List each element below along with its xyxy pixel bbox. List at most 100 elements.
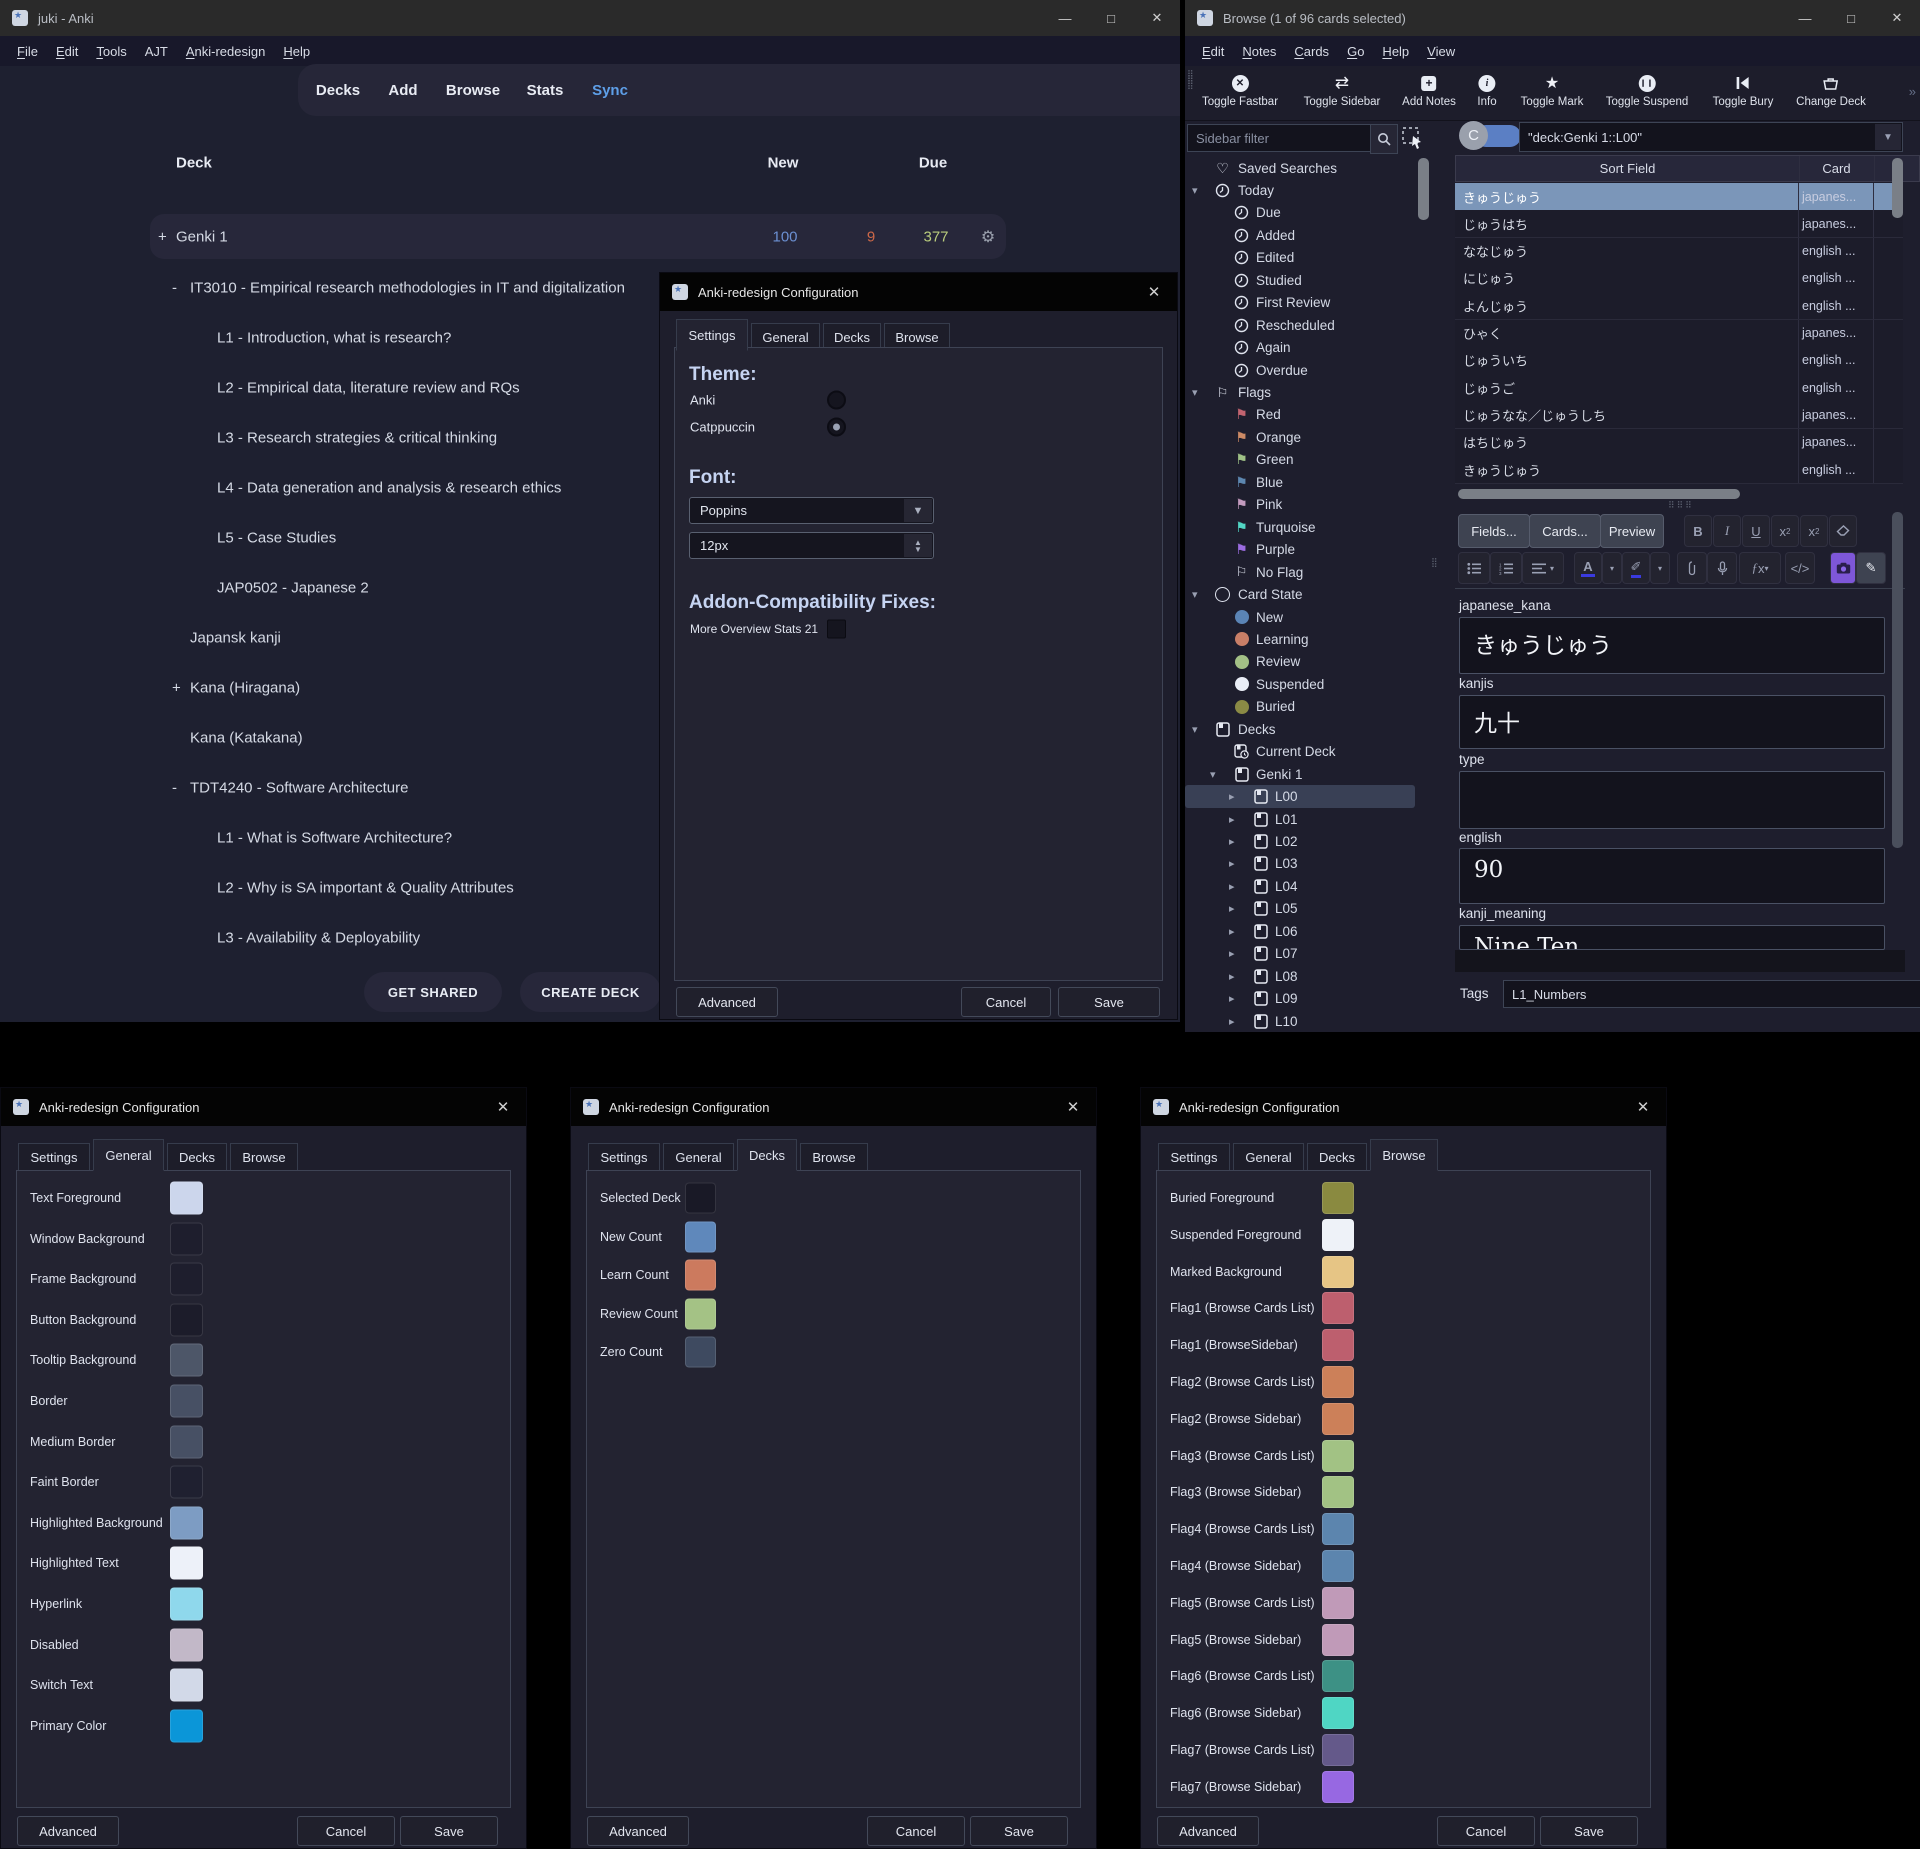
sidebar-item-l04[interactable]: ▸ L04 bbox=[1185, 875, 1447, 898]
align-button[interactable]: ▾ bbox=[1522, 552, 1564, 584]
color-swatch[interactable] bbox=[1322, 1770, 1354, 1803]
fastbar-toggle-mark[interactable]: ★ Toggle Mark bbox=[1521, 72, 1584, 108]
minimize-button[interactable]: — bbox=[1042, 0, 1088, 36]
record-audio-button[interactable] bbox=[1707, 552, 1737, 584]
sidebar-item-new[interactable]: New bbox=[1185, 606, 1447, 629]
caret-right-icon[interactable]: ▸ bbox=[1229, 813, 1235, 826]
expand-toggle[interactable]: + bbox=[158, 228, 167, 245]
caret-down-icon[interactable]: ▾ bbox=[1192, 184, 1198, 197]
color-swatch[interactable] bbox=[170, 1181, 203, 1215]
caret-down-icon[interactable]: ▾ bbox=[1192, 386, 1198, 399]
table-row[interactable]: じゅうなな／じゅうしち japanes... bbox=[1455, 401, 1903, 430]
close-icon[interactable]: ✕ bbox=[1131, 273, 1177, 311]
cancel-button[interactable]: Cancel bbox=[867, 1816, 965, 1846]
deck-row[interactable]: Kana (Katakana) bbox=[190, 730, 303, 747]
toolbar-drag-handle[interactable]: ⣿ ⣿ ⣿ bbox=[1187, 70, 1195, 112]
theme-radio-catppuccin[interactable] bbox=[827, 417, 846, 437]
color-swatch[interactable] bbox=[170, 1425, 203, 1459]
caret-down-icon[interactable]: ▾ bbox=[1210, 768, 1216, 781]
sidebar-item-l10[interactable]: ▸ L10 bbox=[1185, 1010, 1447, 1032]
fastbar-toggle-sidebar[interactable]: ⇄ Toggle Sidebar bbox=[1304, 72, 1381, 108]
equation-button[interactable]: ƒx ▾ bbox=[1739, 552, 1781, 584]
sidebar-item-review[interactable]: Review bbox=[1185, 650, 1447, 673]
nav-browse[interactable]: Browse bbox=[446, 64, 500, 116]
table-row[interactable]: じゅうはち japanes... bbox=[1455, 210, 1903, 239]
search-input[interactable]: "deck:Genki 1::L00" ▼ bbox=[1519, 122, 1903, 152]
tab-settings[interactable]: Settings bbox=[676, 319, 748, 351]
sidebar-item-rescheduled[interactable]: Rescheduled bbox=[1185, 314, 1447, 337]
sidebar-item-overdue[interactable]: Overdue bbox=[1185, 359, 1447, 382]
caret-right-icon[interactable]: ▸ bbox=[1229, 880, 1235, 893]
color-swatch[interactable] bbox=[170, 1506, 203, 1540]
color-swatch[interactable] bbox=[170, 1709, 203, 1743]
sidebar-item-orange[interactable]: ⚑ Orange bbox=[1185, 426, 1447, 449]
deck-name[interactable]: Genki 1 bbox=[176, 228, 228, 245]
color-swatch[interactable] bbox=[1322, 1255, 1354, 1288]
field-input-japanese_kana[interactable]: きゅうじゅう bbox=[1459, 617, 1885, 674]
caret-right-icon[interactable]: ▸ bbox=[1229, 902, 1235, 915]
ordered-list-button[interactable]: 123 bbox=[1490, 552, 1522, 584]
sidebar-item-blue[interactable]: ⚑ Blue bbox=[1185, 471, 1447, 494]
color-swatch[interactable] bbox=[170, 1343, 203, 1377]
color-swatch[interactable] bbox=[170, 1262, 203, 1296]
menu-view[interactable]: View bbox=[1418, 44, 1464, 59]
color-swatch[interactable] bbox=[1322, 1292, 1354, 1325]
color-swatch[interactable] bbox=[1322, 1439, 1354, 1472]
fastbar-add-notes[interactable]: + Add Notes bbox=[1402, 72, 1456, 108]
menu-cards[interactable]: Cards bbox=[1285, 44, 1338, 59]
maximize-button[interactable]: □ bbox=[1088, 0, 1134, 36]
deck-row[interactable]: L3 - Research strategies & critical thin… bbox=[217, 430, 497, 447]
sidebar-item-again[interactable]: Again bbox=[1185, 336, 1447, 359]
cancel-button[interactable]: Cancel bbox=[297, 1816, 395, 1846]
menu-tools[interactable]: Tools bbox=[87, 44, 135, 59]
table-row[interactable]: にじゅう english ... bbox=[1455, 264, 1903, 293]
sidebar-item-pink[interactable]: ⚑ Pink bbox=[1185, 493, 1447, 516]
sidebar-item-current-deck[interactable]: Current Deck bbox=[1185, 740, 1447, 763]
color-swatch[interactable] bbox=[685, 1259, 716, 1291]
fastbar-change-deck[interactable]: Change Deck bbox=[1796, 72, 1866, 108]
color-swatch[interactable] bbox=[1322, 1697, 1354, 1730]
cancel-button[interactable]: Cancel bbox=[961, 987, 1051, 1017]
highlight-dropdown[interactable]: ▾ bbox=[1650, 552, 1670, 584]
caret-down-icon[interactable]: ▾ bbox=[1192, 723, 1198, 736]
menu-notes[interactable]: Notes bbox=[1233, 44, 1285, 59]
caret-right-icon[interactable]: ▸ bbox=[1229, 970, 1235, 983]
sidebar-item-l07[interactable]: ▸ L07 bbox=[1185, 942, 1447, 965]
save-button[interactable]: Save bbox=[970, 1816, 1068, 1846]
sidebar-item-red[interactable]: ⚑ Red bbox=[1185, 403, 1447, 426]
deck-expand-toggle[interactable]: - bbox=[172, 280, 177, 297]
deck-row[interactable]: IT3010 - Empirical research methodologie… bbox=[190, 280, 625, 297]
tab-general[interactable]: General bbox=[1233, 1143, 1304, 1171]
color-swatch[interactable] bbox=[170, 1628, 203, 1662]
sidebar-item-learning[interactable]: Learning bbox=[1185, 628, 1447, 651]
sidebar-item-added[interactable]: Added bbox=[1185, 224, 1447, 247]
tab-browse[interactable]: Browse bbox=[800, 1143, 868, 1171]
fastbar-toggle-bury[interactable]: Toggle Bury bbox=[1713, 72, 1773, 108]
color-swatch[interactable] bbox=[1322, 1660, 1354, 1693]
save-button[interactable]: Save bbox=[1540, 1816, 1638, 1846]
select-arrow-icon[interactable]: ▼ bbox=[904, 499, 932, 522]
color-swatch[interactable] bbox=[1322, 1513, 1354, 1546]
highlight-button[interactable]: ✐ bbox=[1622, 552, 1650, 584]
color-swatch[interactable] bbox=[1322, 1586, 1354, 1619]
sidebar-item-studied[interactable]: Studied bbox=[1185, 269, 1447, 292]
deck-row[interactable]: L4 - Data generation and analysis & rese… bbox=[217, 480, 561, 497]
bold-button[interactable]: B bbox=[1684, 515, 1712, 547]
sidebar-item-card-state[interactable]: ▾ Card State bbox=[1185, 583, 1447, 606]
unordered-list-button[interactable] bbox=[1458, 552, 1490, 584]
color-swatch[interactable] bbox=[170, 1668, 203, 1702]
caret-right-icon[interactable]: ▸ bbox=[1229, 790, 1235, 803]
table-row[interactable]: きゅうじゅう japanes... bbox=[1455, 183, 1903, 211]
sidebar-item-today[interactable]: ▾ Today bbox=[1185, 179, 1447, 202]
addon-checkbox[interactable] bbox=[827, 619, 846, 639]
sidebar-item-l01[interactable]: ▸ L01 bbox=[1185, 808, 1447, 831]
color-swatch[interactable] bbox=[170, 1465, 203, 1499]
menu-go[interactable]: Go bbox=[1338, 44, 1373, 59]
sidebar-item-l09[interactable]: ▸ L09 bbox=[1185, 987, 1447, 1010]
deck-row[interactable]: JAP0502 - Japanese 2 bbox=[217, 580, 369, 597]
caret-right-icon[interactable]: ▸ bbox=[1229, 992, 1235, 1005]
table-row[interactable]: ななじゅう english ... bbox=[1455, 237, 1903, 266]
color-swatch[interactable] bbox=[170, 1546, 203, 1580]
fastbar-toggle-fastbar[interactable]: ✕ Toggle Fastbar bbox=[1202, 72, 1278, 108]
eraser-button[interactable] bbox=[1829, 515, 1857, 547]
